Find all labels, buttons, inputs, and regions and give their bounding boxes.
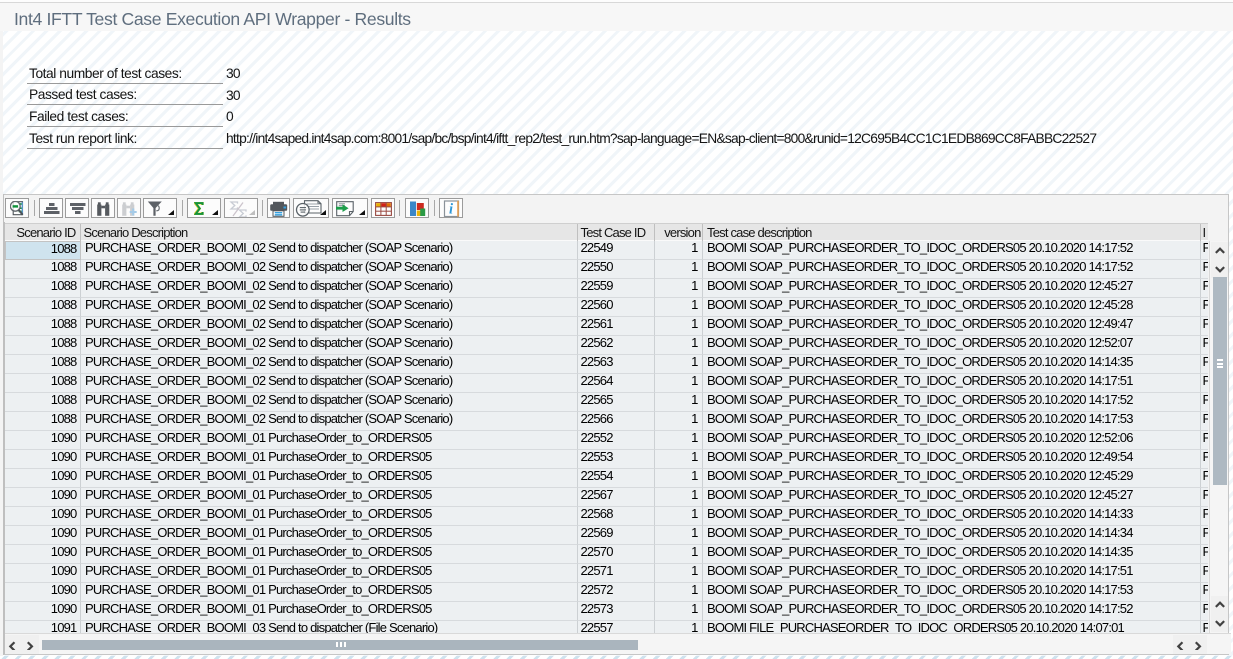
svg-text:i: i <box>448 202 452 218</box>
